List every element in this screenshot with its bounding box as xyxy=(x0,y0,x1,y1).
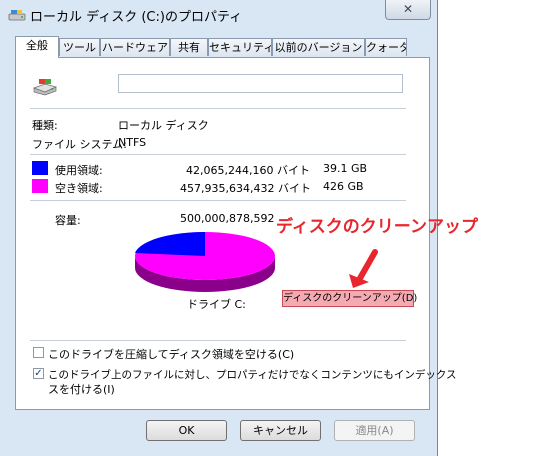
pie-top-used xyxy=(135,231,205,256)
drive-name-input[interactable] xyxy=(118,74,403,93)
drive-icon xyxy=(8,10,26,21)
type-label: 種類: xyxy=(32,119,58,132)
tab-hardware[interactable]: ハードウェア xyxy=(100,38,170,56)
index-label-line2: スを付ける(I) xyxy=(48,383,115,396)
close-button[interactable]: ✕ xyxy=(385,0,431,20)
used-space-swatch xyxy=(32,161,48,175)
free-space-bytes: 457,935,634,432 バイト xyxy=(180,182,311,195)
tab-sharing[interactable]: 共有 xyxy=(170,38,208,56)
ok-button[interactable]: OK xyxy=(146,420,227,441)
title-bar[interactable]: ローカル ディスク (C:)のプロパティ ✕ xyxy=(0,0,437,30)
filesystem-value: NTFS xyxy=(118,136,147,149)
divider xyxy=(30,154,406,155)
tab-tools[interactable]: ツール xyxy=(59,38,100,56)
index-label-line1: このドライブ上のファイルに対し、プロパティだけでなくコンテンツにもインデックス xyxy=(48,369,457,381)
filesystem-label: ファイル システム: xyxy=(32,138,127,151)
disk-cleanup-button[interactable]: ディスクのクリーンアップ(D) xyxy=(282,290,417,307)
drive-letter-label: ドライブ C: xyxy=(187,298,246,311)
compress-label: このドライブを圧縮してディスク領域を空ける(C) xyxy=(48,348,295,361)
tab-security[interactable]: セキュリティ xyxy=(208,38,272,56)
checkmark-icon: ✓ xyxy=(34,368,43,379)
capacity-label: 容量: xyxy=(55,214,81,227)
divider xyxy=(30,200,406,201)
annotation-callout: ディスクのクリーンアップ xyxy=(276,217,478,237)
capacity-bytes: 500,000,878,592 xyxy=(180,212,275,225)
tab-general[interactable]: 全般 xyxy=(15,36,59,58)
free-space-label: 空き領域: xyxy=(55,182,103,195)
properties-dialog: ローカル ディスク (C:)のプロパティ ✕ 全般 ツール ハードウェア 共有 … xyxy=(0,0,478,456)
drive-large-icon xyxy=(32,79,58,96)
used-space-label: 使用領域: xyxy=(55,164,103,177)
used-space-size: 39.1 GB xyxy=(323,162,368,175)
tab-previous-versions[interactable]: 以前のバージョン xyxy=(272,38,365,56)
index-checkbox[interactable]: ✓ xyxy=(33,368,44,379)
apply-button[interactable]: 適用(A) xyxy=(334,420,415,441)
compress-checkbox[interactable] xyxy=(33,347,44,358)
used-space-bytes: 42,065,244,160 バイト xyxy=(186,164,310,177)
tab-quota[interactable]: クォータ xyxy=(365,38,407,56)
tab-strip: 全般 ツール ハードウェア 共有 セキュリティ 以前のバージョン クォータ xyxy=(15,36,430,58)
free-space-swatch xyxy=(32,179,48,193)
annotation-arrow-icon xyxy=(349,249,378,288)
free-space-size: 426 GB xyxy=(323,180,364,193)
divider xyxy=(30,340,406,341)
type-value: ローカル ディスク xyxy=(118,119,209,132)
close-icon: ✕ xyxy=(402,2,414,16)
disk-usage-pie-chart xyxy=(135,231,275,292)
window-title: ローカル ディスク (C:)のプロパティ xyxy=(30,10,243,25)
divider xyxy=(30,108,406,109)
cancel-button[interactable]: キャンセル xyxy=(240,420,321,441)
